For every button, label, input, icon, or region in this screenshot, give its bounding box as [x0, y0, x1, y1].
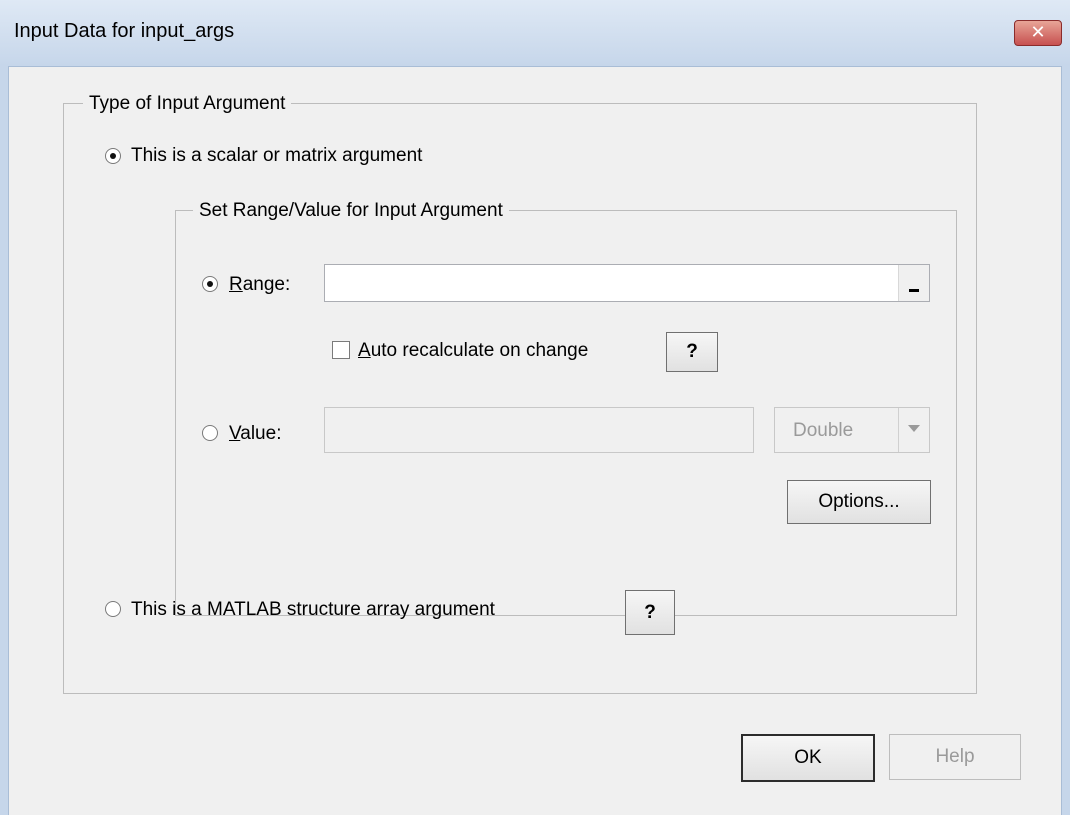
struct-help-button[interactable]: ?: [625, 590, 675, 635]
auto-recalc-help-button[interactable]: ?: [666, 332, 718, 372]
scalar-matrix-radio[interactable]: [105, 148, 121, 164]
range-radio[interactable]: [202, 276, 218, 292]
struct-array-radio[interactable]: [105, 601, 121, 617]
type-select-value: Double: [793, 420, 854, 441]
ok-button[interactable]: OK: [741, 734, 875, 782]
range-picker-icon: [909, 289, 919, 292]
scalar-matrix-label[interactable]: This is a scalar or matrix argument: [131, 145, 422, 167]
range-input[interactable]: [324, 264, 930, 302]
window-frame-left: [0, 66, 9, 815]
options-button-label: Options...: [818, 491, 900, 512]
value-radio[interactable]: [202, 425, 218, 441]
range-group-label: Set Range/Value for Input Argument: [193, 200, 509, 222]
help-icon: ?: [644, 602, 656, 623]
struct-array-label[interactable]: This is a MATLAB structure array argumen…: [131, 599, 495, 621]
range-label[interactable]: Range:: [229, 274, 290, 296]
auto-recalc-label[interactable]: Auto recalculate on change: [358, 340, 588, 362]
help-button[interactable]: Help: [889, 734, 1021, 780]
help-icon: ?: [686, 341, 698, 362]
auto-recalc-label-rest: uto recalculate on change: [370, 340, 589, 361]
range-label-rest: ange:: [242, 274, 291, 295]
value-input[interactable]: [324, 407, 754, 453]
value-label-rest: alue:: [240, 423, 282, 444]
chevron-down-icon: [898, 408, 929, 452]
value-label[interactable]: Value:: [229, 423, 281, 445]
auto-recalc-accel: A: [358, 340, 371, 361]
close-icon: ✕: [1030, 22, 1046, 42]
window-frame-right: [1061, 66, 1070, 815]
value-accel: V: [229, 423, 241, 444]
ok-button-label: OK: [794, 747, 822, 768]
window-title: Input Data for input_args: [14, 20, 235, 42]
title-bar: Input Data for input_args ✕: [0, 0, 1070, 67]
type-group-label: Type of Input Argument: [83, 93, 292, 115]
close-button[interactable]: ✕: [1014, 20, 1062, 46]
options-button[interactable]: Options...: [787, 480, 931, 524]
dialog-body: Type of Input Argument This is a scalar …: [9, 67, 1061, 815]
help-button-label: Help: [935, 746, 975, 767]
type-select[interactable]: Double: [774, 407, 930, 453]
auto-recalc-checkbox[interactable]: [332, 341, 350, 359]
range-accel: R: [229, 274, 243, 295]
range-picker-button[interactable]: [898, 265, 929, 301]
